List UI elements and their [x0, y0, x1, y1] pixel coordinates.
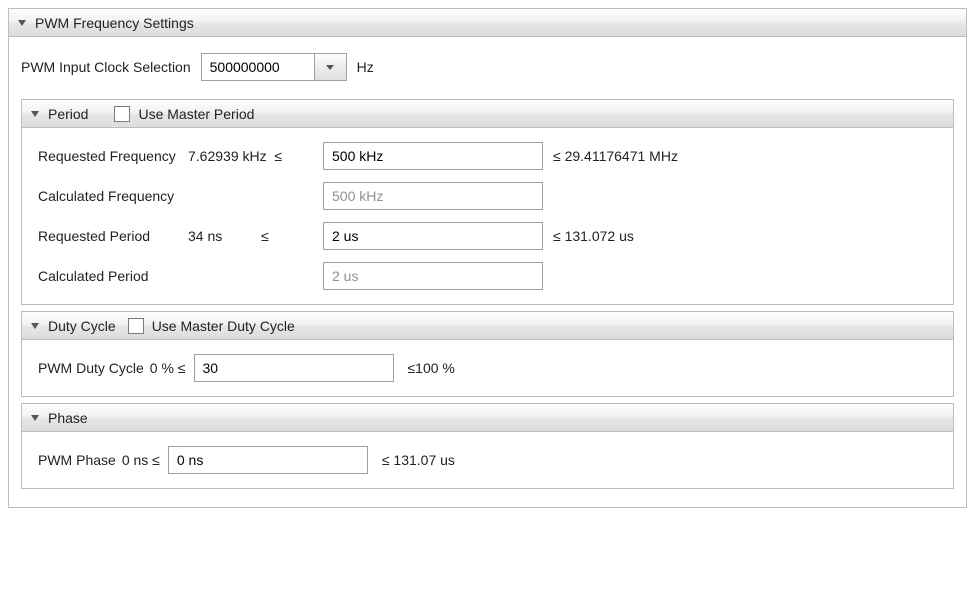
- requested-period-row: Requested Period 34 ns ≤ ≤ 131.072 us: [38, 222, 937, 250]
- requested-period-label: Requested Period: [38, 228, 188, 244]
- duty-cycle-title: Duty Cycle: [48, 318, 116, 334]
- clock-row: PWM Input Clock Selection Hz: [21, 53, 954, 81]
- period-title: Period: [48, 106, 88, 122]
- clock-label: PWM Input Clock Selection: [21, 59, 191, 75]
- use-master-period-label: Use Master Period: [138, 106, 254, 122]
- pwm-frequency-settings-header[interactable]: PWM Frequency Settings: [9, 9, 966, 37]
- period-header[interactable]: Period Use Master Period: [22, 100, 953, 128]
- requested-frequency-row: Requested Frequency 7.62939 kHz ≤ ≤ 29.4…: [38, 142, 937, 170]
- requested-frequency-max: ≤ 29.41176471 MHz: [543, 148, 678, 164]
- requested-frequency-input[interactable]: [323, 142, 543, 170]
- calculated-period-value: [323, 262, 543, 290]
- phase-label: PWM Phase: [38, 452, 116, 468]
- requested-period-max: ≤ 131.072 us: [543, 228, 634, 244]
- calculated-period-label: Calculated Period: [38, 268, 188, 284]
- clock-combo[interactable]: [201, 53, 347, 81]
- clock-dropdown-button[interactable]: [314, 54, 346, 80]
- pwm-frequency-settings-panel: PWM Frequency Settings PWM Input Clock S…: [8, 8, 967, 508]
- calculated-frequency-value: [323, 182, 543, 210]
- caret-down-icon: [30, 109, 40, 119]
- phase-title: Phase: [48, 410, 88, 426]
- period-body: Requested Frequency 7.62939 kHz ≤ ≤ 29.4…: [22, 128, 953, 304]
- duty-cycle-min: 0 % ≤: [150, 360, 186, 376]
- caret-down-icon: [30, 413, 40, 423]
- phase-header[interactable]: Phase: [22, 404, 953, 432]
- phase-panel: Phase PWM Phase 0 ns ≤ ≤ 131.07 us: [21, 403, 954, 489]
- duty-cycle-label: PWM Duty Cycle: [38, 360, 144, 376]
- duty-cycle-header[interactable]: Duty Cycle Use Master Duty Cycle: [22, 312, 953, 340]
- duty-cycle-input[interactable]: [194, 354, 394, 382]
- clock-input[interactable]: [202, 54, 314, 80]
- use-master-duty-label: Use Master Duty Cycle: [152, 318, 295, 334]
- phase-row: PWM Phase 0 ns ≤ ≤ 131.07 us: [38, 446, 937, 474]
- calculated-period-row: Calculated Period: [38, 262, 937, 290]
- duty-cycle-row: PWM Duty Cycle 0 % ≤ ≤100 %: [38, 354, 937, 382]
- period-panel: Period Use Master Period Requested Frequ…: [21, 99, 954, 305]
- requested-frequency-label: Requested Frequency: [38, 148, 188, 164]
- duty-cycle-body: PWM Duty Cycle 0 % ≤ ≤100 %: [22, 340, 953, 396]
- requested-period-input[interactable]: [323, 222, 543, 250]
- caret-down-icon: [30, 321, 40, 331]
- requested-period-min: 34 ns ≤: [188, 228, 323, 244]
- phase-max: ≤ 131.07 us: [382, 452, 455, 468]
- phase-min: 0 ns ≤: [122, 452, 160, 468]
- use-master-period-checkbox[interactable]: [114, 106, 130, 122]
- requested-frequency-min: 7.62939 kHz ≤: [188, 148, 323, 164]
- use-master-duty-checkbox[interactable]: [128, 318, 144, 334]
- calculated-frequency-label: Calculated Frequency: [38, 188, 188, 204]
- pwm-frequency-settings-body: PWM Input Clock Selection Hz Period Use …: [9, 37, 966, 507]
- clock-unit: Hz: [357, 59, 374, 75]
- duty-cycle-max: ≤100 %: [408, 360, 455, 376]
- phase-body: PWM Phase 0 ns ≤ ≤ 131.07 us: [22, 432, 953, 488]
- calculated-frequency-row: Calculated Frequency: [38, 182, 937, 210]
- pwm-frequency-settings-title: PWM Frequency Settings: [35, 15, 194, 31]
- duty-cycle-panel: Duty Cycle Use Master Duty Cycle PWM Dut…: [21, 311, 954, 397]
- caret-down-icon: [17, 18, 27, 28]
- phase-input[interactable]: [168, 446, 368, 474]
